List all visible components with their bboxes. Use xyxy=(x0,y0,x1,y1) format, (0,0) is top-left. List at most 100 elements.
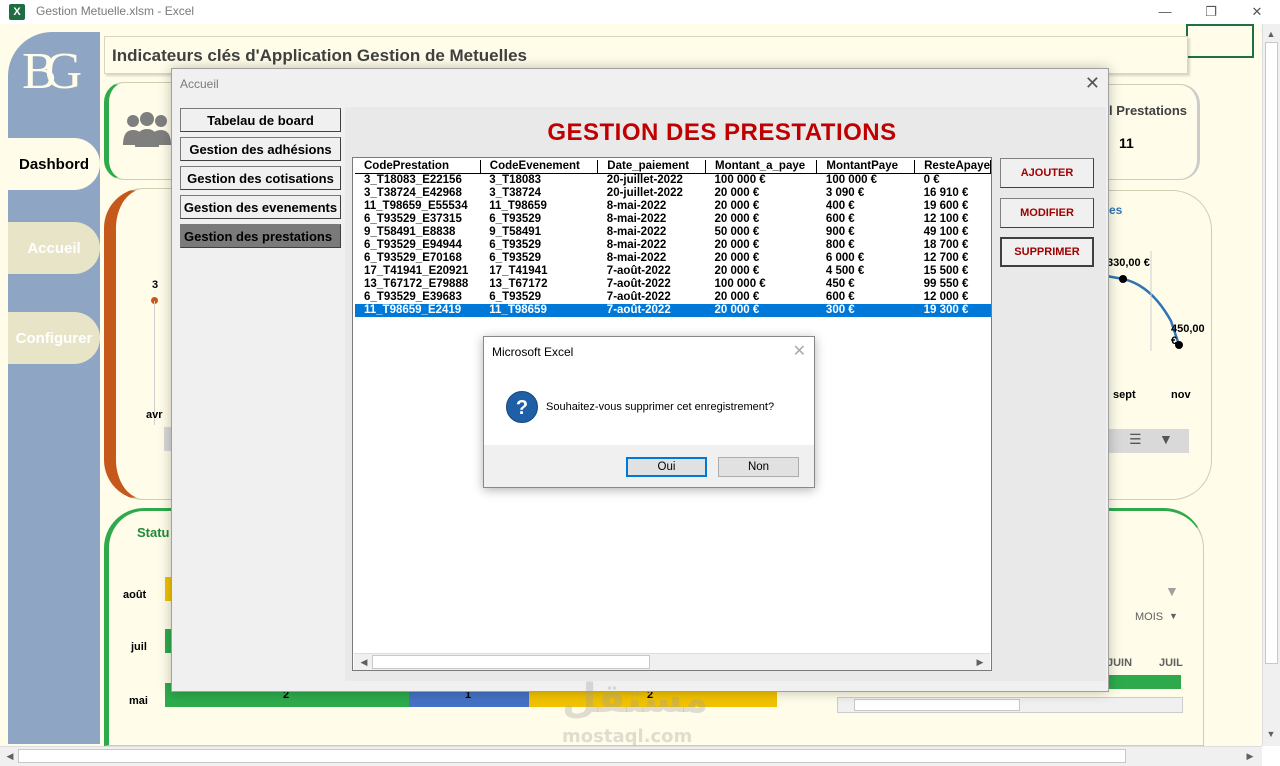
table-row[interactable]: 9_T58491_E8838 9_T58491 8-mai-2022 50 000 €… xyxy=(355,226,991,239)
checklist-icon[interactable]: ☰ xyxy=(1129,431,1142,448)
menu-gestion-prestations[interactable]: Gestion des prestations xyxy=(180,224,341,248)
close-icon[interactable]: ✕ xyxy=(1242,2,1272,22)
scroll-left-icon[interactable]: ◀ xyxy=(2,748,18,764)
selected-cell[interactable] xyxy=(1186,24,1254,58)
chevron-down-icon[interactable]: ▼ xyxy=(1169,611,1178,621)
table-cell: 6_T93529 xyxy=(489,238,542,251)
menu-tableau-de-board[interactable]: Tabelau de board xyxy=(180,108,341,132)
table-cell: 600 € xyxy=(825,290,855,303)
slicer-month[interactable]: JUIL xyxy=(1159,657,1183,669)
dialog-message: Souhaitez-vous supprimer cet enregistrem… xyxy=(546,401,775,413)
clear-filter-icon[interactable]: ▼ xyxy=(1159,431,1173,447)
vertical-scrollbar[interactable]: ▲ ▼ xyxy=(1262,24,1280,746)
sidebar-item-accueil[interactable]: Accueil xyxy=(8,222,100,274)
close-icon[interactable]: ✕ xyxy=(1085,73,1100,94)
listbox-horizontal-scrollbar[interactable]: ◀ ▶ xyxy=(354,653,990,670)
scroll-right-icon[interactable]: ▶ xyxy=(1242,748,1258,764)
table-row[interactable]: 6_T93529_E70168 6_T93529 8-mai-2022 20 000 … xyxy=(355,252,991,265)
chart-title-fragment: es xyxy=(1109,203,1123,217)
listbox-scroll-thumb[interactable] xyxy=(372,655,650,669)
slicer-scroll-thumb[interactable] xyxy=(854,699,1020,711)
table-row[interactable]: 17_T41941_E20921 17_T41941 7-août-2022 20 0… xyxy=(355,265,991,278)
chart-axis-month: sept xyxy=(1113,389,1136,401)
watermark-text: mostaql.com xyxy=(562,726,693,747)
chart-axis-month: nov xyxy=(1171,389,1191,401)
non-button[interactable]: Non xyxy=(718,457,799,477)
slicer-scrollbar[interactable] xyxy=(837,697,1183,713)
close-icon[interactable]: ✕ xyxy=(793,341,806,361)
vertical-scroll-thumb[interactable] xyxy=(1265,42,1278,664)
table-cell: 3 090 € xyxy=(825,186,865,199)
table-cell: 8-mai-2022 xyxy=(606,238,667,251)
table-row[interactable]: 11_T98659_E55534 11_T98659 8-mai-2022 20 00… xyxy=(355,200,991,213)
chart-axis-month: avr xyxy=(146,409,163,421)
table-cell: 7-août-2022 xyxy=(597,303,706,317)
table-cell: 8-mai-2022 xyxy=(606,199,667,212)
status-title: Statu xyxy=(137,525,170,540)
dialog-title: Microsoft Excel xyxy=(492,345,574,359)
table-cell: 15 500 € xyxy=(923,264,969,277)
menu-gestion-cotisations[interactable]: Gestion des cotisations xyxy=(180,166,341,190)
horizontal-scrollbar[interactable]: ◀ ▶ xyxy=(0,746,1262,766)
table-cell: 300 € xyxy=(816,303,915,317)
table-row[interactable]: 6_T93529_E37315 6_T93529 8-mai-2022 20 000 … xyxy=(355,213,991,226)
table-cell: 20 000 € xyxy=(714,186,760,199)
table-row[interactable]: 13_T67172_E79888 13_T67172 7-août-2022 100 … xyxy=(355,278,991,291)
kpi-card-members xyxy=(104,82,178,180)
table-cell: 8-mai-2022 xyxy=(606,212,667,225)
table-row[interactable]: 11_T98659_E2419 11_T98659 7-août-2022 20 00… xyxy=(355,303,991,317)
supprimer-button[interactable]: SUPPRIMER xyxy=(1000,237,1094,267)
slicer-label: MOIS xyxy=(1135,611,1164,623)
menu-gestion-adhesions[interactable]: Gestion des adhésions xyxy=(180,137,341,161)
chart-panel-left: 3 avr xyxy=(104,188,182,500)
table-row[interactable]: 3_T38724_E42968 3_T38724 20-juillet-2022 20… xyxy=(355,187,991,200)
table-cell: 6_T93529_E37315 xyxy=(364,212,462,225)
users-icon xyxy=(123,112,171,147)
minimize-icon[interactable]: — xyxy=(1150,2,1180,22)
horizontal-scroll-thumb[interactable] xyxy=(18,749,1126,763)
table-row[interactable]: 6_T93529_E94944 6_T93529 8-mai-2022 20 000 … xyxy=(355,239,991,252)
table-cell: 16 910 € xyxy=(923,186,969,199)
table-cell: 7-août-2022 xyxy=(606,277,671,290)
kpi-prestations-value: 11 xyxy=(1119,135,1134,151)
menu-gestion-evenements[interactable]: Gestion des evenements xyxy=(180,195,341,219)
oui-button[interactable]: Oui xyxy=(626,457,707,477)
clear-filter-icon[interactable]: ▼ xyxy=(1165,583,1179,599)
table-cell: 7-août-2022 xyxy=(606,264,671,277)
table-row[interactable]: 3_T18083_E22156 3_T18083 20-juillet-2022 10… xyxy=(355,173,991,187)
table-cell: 19 300 € xyxy=(914,303,991,317)
scroll-right-icon[interactable]: ▶ xyxy=(972,654,988,670)
table-cell: 7-août-2022 xyxy=(606,290,671,303)
table-cell: 3_T18083_E22156 xyxy=(364,173,462,186)
excel-app-icon: X xyxy=(9,4,25,20)
table-cell: 900 € xyxy=(825,225,855,238)
column-header: MontantPaye xyxy=(816,160,916,174)
table-cell: 9_T58491_E8838 xyxy=(364,225,456,238)
table-cell: 20 000 € xyxy=(714,251,760,264)
table-cell: 19 600 € xyxy=(923,199,969,212)
table-cell: 3_T38724_E42968 xyxy=(364,186,462,199)
table-cell: 11_T98659 xyxy=(480,303,598,317)
table-cell: 6_T93529_E39683 xyxy=(364,290,462,303)
scroll-up-icon[interactable]: ▲ xyxy=(1263,26,1279,42)
column-header: CodePrestation xyxy=(355,160,481,174)
modifier-button[interactable]: MODIFIER xyxy=(1000,198,1094,228)
table-cell: 11_T98659 xyxy=(489,199,547,212)
chart-filter-bar: ☰ ▼ xyxy=(1101,429,1189,453)
table-cell: 20 000 € xyxy=(714,290,760,303)
table-cell: 20-juillet-2022 xyxy=(606,186,683,199)
ajouter-button[interactable]: AJOUTER xyxy=(1000,158,1094,188)
sidebar-item-configurer[interactable]: Configurer xyxy=(8,312,100,364)
table-cell: 20 000 € xyxy=(714,238,760,251)
kpi-prestations-label: l Prestations xyxy=(1109,103,1188,118)
table-cell: 18 700 € xyxy=(923,238,969,251)
slicer-month[interactable]: JUIN xyxy=(1107,657,1132,669)
restore-icon[interactable]: ❐ xyxy=(1196,2,1226,22)
table-row[interactable]: 6_T93529_E39683 6_T93529 7-août-2022 20 000… xyxy=(355,291,991,304)
scroll-left-icon[interactable]: ◀ xyxy=(356,654,372,670)
column-header: Date_paiement xyxy=(597,160,707,174)
sidebar-item-dashbord[interactable]: Dashbord xyxy=(8,138,100,190)
table-cell: 800 € xyxy=(825,238,855,251)
scroll-down-icon[interactable]: ▼ xyxy=(1263,726,1279,742)
table-cell: 6_T93529_E70168 xyxy=(364,251,462,264)
